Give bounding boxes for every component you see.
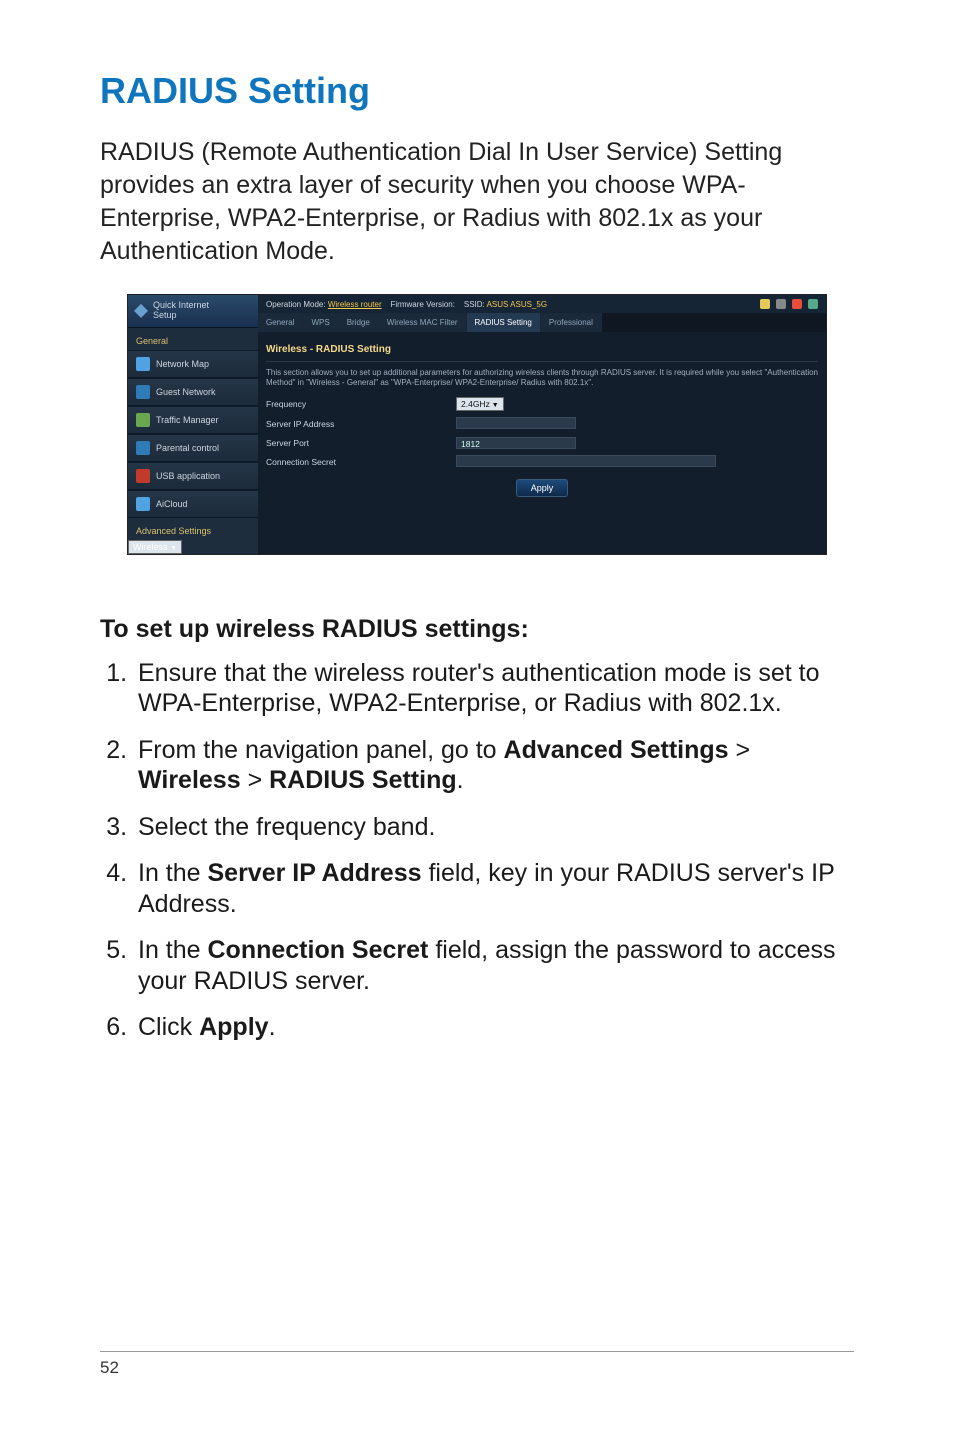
nav-label: Network Map [156, 359, 209, 369]
step-6: Click Apply. [134, 1012, 854, 1043]
topbar-fw-label: Firmware Version: [391, 300, 455, 309]
topbar-ssid2: ASUS_5G [510, 300, 547, 309]
bold-connection-secret: Connection Secret [208, 936, 429, 964]
page-number: 52 [100, 1358, 119, 1377]
tab-professional[interactable]: Professional [541, 313, 602, 332]
tab-mac-filter[interactable]: Wireless MAC Filter [379, 313, 467, 332]
wand-icon [134, 304, 148, 318]
server-ip-label: Server IP Address [266, 419, 456, 429]
sidebar-qis[interactable]: Quick Internet Setup [128, 295, 258, 328]
connection-secret-label: Connection Secret [266, 457, 456, 467]
step-text: . [457, 766, 464, 794]
apply-button[interactable]: Apply [516, 479, 569, 497]
sidebar-item-aicloud[interactable]: AiCloud [128, 490, 258, 518]
topbar-ssid-label: SSID: [464, 300, 485, 309]
tab-wps[interactable]: WPS [303, 313, 338, 332]
step-text: Select the frequency band. [138, 813, 435, 841]
topbar-mode-label: Operation Mode: [266, 300, 326, 309]
meter-icon [136, 413, 150, 427]
server-port-input[interactable]: 1812 [456, 437, 576, 449]
sidebar-item-guest-network[interactable]: Guest Network [128, 378, 258, 406]
sidebar-item-parental-control[interactable]: Parental control [128, 434, 258, 462]
screenshot: Quick Internet Setup General Network Map… [127, 294, 827, 555]
people-icon [136, 385, 150, 399]
sidebar-item-usb-application[interactable]: USB application [128, 462, 258, 490]
topbar-icons [760, 299, 818, 309]
step-text: field, key in your RADIUS server's IP [422, 859, 835, 887]
panel-title: Wireless - RADIUS Setting [266, 340, 818, 362]
step-text: your RADIUS server. [138, 966, 854, 997]
step-4: In the Server IP Address field, key in y… [134, 858, 854, 919]
logout-icon[interactable] [776, 299, 786, 309]
topbar-mode-link[interactable]: Wireless router [328, 300, 382, 309]
server-port-label: Server Port [266, 438, 456, 448]
sidebar-item-traffic-manager[interactable]: Traffic Manager [128, 406, 258, 434]
nav-label: AiCloud [156, 499, 188, 509]
qis-line2: Setup [153, 311, 209, 321]
nav-label: USB application [156, 471, 220, 481]
intro-paragraph: RADIUS (Remote Authentication Dial In Us… [100, 136, 854, 268]
panel-description: This section allows you to set up additi… [266, 368, 818, 387]
steps-list: Ensure that the wireless router's authen… [100, 658, 854, 1043]
server-ip-input[interactable] [456, 417, 576, 429]
step-text: Ensure that the wireless router's authen… [138, 659, 820, 687]
nav-label: Traffic Manager [156, 415, 219, 425]
connection-secret-input[interactable] [456, 455, 716, 467]
tab-general[interactable]: General [258, 313, 303, 332]
bold-apply: Apply [199, 1013, 268, 1041]
step-text: In the [138, 936, 208, 964]
sidebar-item-network-map[interactable]: Network Map [128, 350, 258, 378]
person-icon[interactable] [760, 299, 770, 309]
topbar: Operation Mode: Wireless router Firmware… [258, 295, 826, 313]
nav-label: Guest Network [156, 387, 216, 397]
step-text: . [269, 1013, 276, 1041]
nav-label: Wireless [133, 542, 168, 552]
cloud-icon [136, 497, 150, 511]
steps-heading: To set up wireless RADIUS settings: [100, 615, 854, 644]
nav-heading-advanced: Advanced Settings [128, 518, 258, 540]
reboot-icon[interactable] [792, 299, 802, 309]
step-text: > [729, 736, 751, 764]
globe-icon [136, 357, 150, 371]
step-text: In the [138, 859, 208, 887]
step-3: Select the frequency band. [134, 812, 854, 843]
step-text: From the navigation panel, go to [138, 736, 504, 764]
step-text: WPA-Enterprise, WPA2-Enterprise, or Radi… [138, 688, 854, 719]
lock-icon [136, 441, 150, 455]
sidebar-item-wireless[interactable]: Wireless [128, 540, 182, 554]
step-1: Ensure that the wireless router's authen… [134, 658, 854, 719]
step-2: From the navigation panel, go to Advance… [134, 735, 854, 796]
bold-server-ip-address: Server IP Address [208, 859, 422, 887]
step-5: In the Connection Secret field, assign t… [134, 935, 854, 996]
step-text: Click [138, 1013, 199, 1041]
frequency-label: Frequency [266, 399, 456, 409]
nav-label: Parental control [156, 443, 219, 453]
bold-radius-setting: RADIUS Setting [269, 766, 457, 794]
usb-icon [136, 469, 150, 483]
page-title: RADIUS Setting [100, 70, 854, 112]
language-icon[interactable] [808, 299, 818, 309]
tabs: General WPS Bridge Wireless MAC Filter R… [258, 313, 826, 332]
step-text: field, assign the password to access [428, 936, 835, 964]
step-text: Address. [138, 889, 854, 920]
tab-bridge[interactable]: Bridge [339, 313, 379, 332]
tab-radius-setting[interactable]: RADIUS Setting [467, 313, 541, 332]
bold-wireless: Wireless [138, 766, 241, 794]
step-text: > [241, 766, 270, 794]
bold-advanced-settings: Advanced Settings [504, 736, 729, 764]
frequency-select[interactable]: 2.4GHz [456, 397, 504, 411]
nav-heading-general: General [128, 328, 258, 350]
topbar-ssid1: ASUS [487, 300, 509, 309]
